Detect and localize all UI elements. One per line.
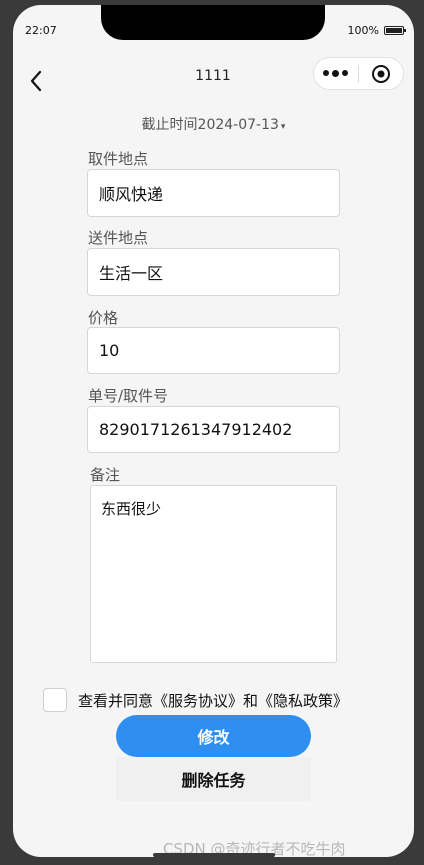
phone-screen: 22:07 100% 1111 截止时间2024-07-13 ▾ 取件地点 顺风快…	[13, 5, 414, 857]
status-right: 100%	[347, 24, 406, 37]
agreement-text[interactable]: 查看并同意《服务协议》和《隐私政策》	[78, 690, 348, 711]
close-icon[interactable]	[359, 64, 404, 84]
status-time: 22:07	[25, 24, 57, 37]
notch	[101, 5, 325, 40]
delivery-input[interactable]: 生活一区	[87, 248, 340, 296]
battery-icon	[384, 26, 406, 35]
back-button[interactable]	[25, 68, 47, 94]
notes-textarea[interactable]: 东西很少	[90, 485, 337, 663]
miniprogram-capsule	[313, 57, 404, 90]
modify-button[interactable]: 修改	[116, 715, 311, 757]
caret-down-icon: ▾	[280, 122, 286, 132]
tracking-input[interactable]: 8290171261347912402	[87, 406, 340, 453]
deadline-picker[interactable]: 截止时间2024-07-13 ▾	[13, 114, 414, 134]
tracking-label: 单号/取件号	[88, 387, 169, 405]
home-indicator	[153, 853, 275, 857]
agreement-checkbox[interactable]	[43, 688, 67, 712]
page-title: 1111	[195, 68, 231, 84]
price-label: 价格	[88, 309, 119, 327]
pickup-input[interactable]: 顺风快递	[87, 169, 340, 217]
price-input[interactable]: 10	[87, 327, 340, 374]
pickup-label: 取件地点	[88, 150, 149, 168]
delete-task-button[interactable]: 删除任务	[116, 757, 311, 801]
notes-label: 备注	[90, 466, 121, 484]
battery-percent: 100%	[347, 24, 379, 37]
chevron-left-icon	[30, 70, 42, 92]
agreement-row: 查看并同意《服务协议》和《隐私政策》	[43, 688, 348, 712]
deadline-text: 截止时间2024-07-13	[141, 117, 279, 133]
delivery-label: 送件地点	[88, 229, 149, 247]
more-icon[interactable]	[314, 70, 358, 77]
